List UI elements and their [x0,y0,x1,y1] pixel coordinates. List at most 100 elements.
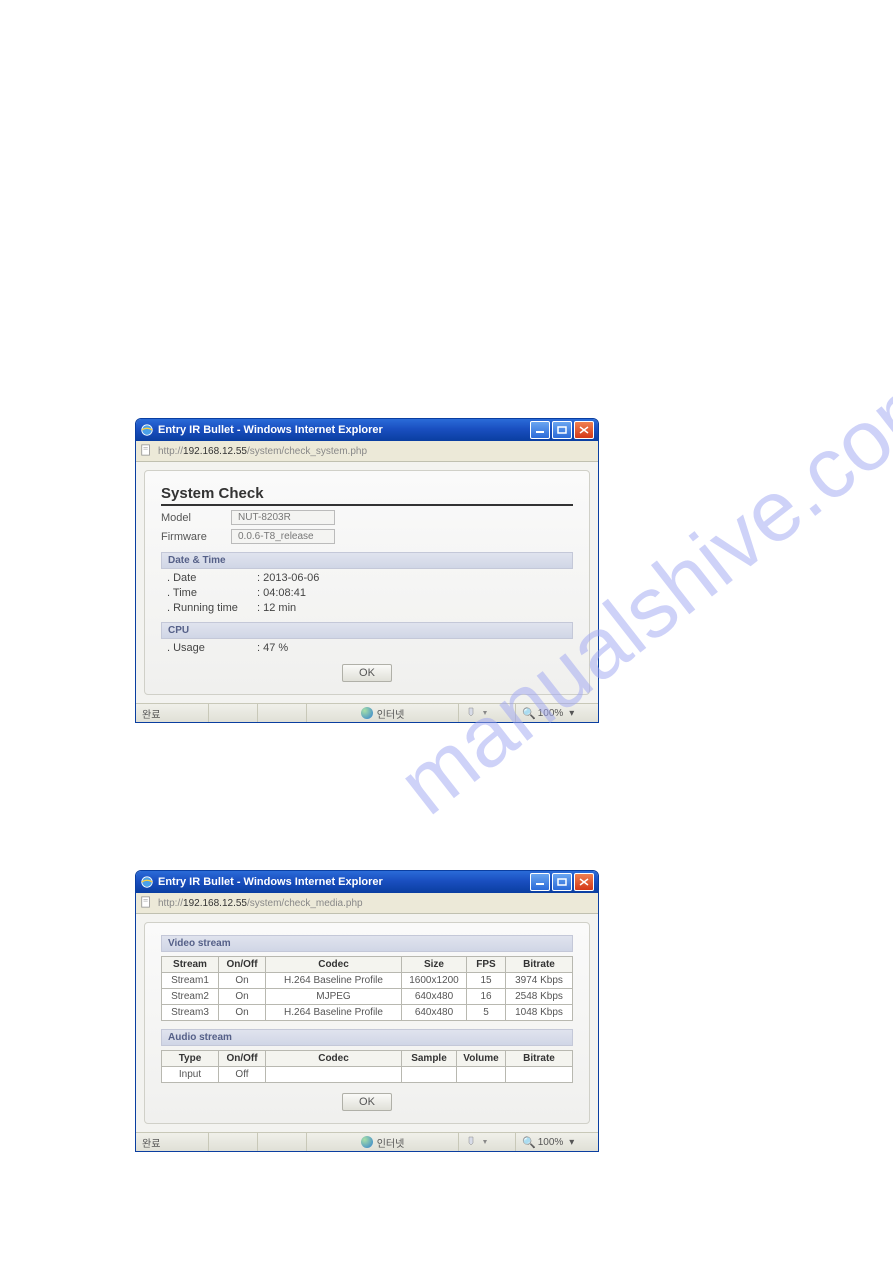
table-row: Stream2 On MJPEG 640x480 16 2548 Kbps [162,989,573,1005]
content-area: System Check Model NUT-8203R Firmware 0.… [136,462,598,703]
th-onoff: On/Off [219,957,266,973]
globe-icon [361,707,373,719]
th-codec: Codec [266,1051,402,1067]
th-stream: Stream [162,957,219,973]
magnifier-icon: 🔍 [522,707,536,720]
status-bar: 완료 인터넷 🔍100%▾ [136,703,598,722]
section-date-time: Date & Time [161,552,573,569]
running-value: : 12 min [257,602,296,614]
table-row: Stream3 On H.264 Baseline Profile 640x48… [162,1005,573,1021]
model-label: Model [161,512,231,524]
close-button[interactable] [574,421,594,439]
magnifier-icon: 🔍 [522,1136,536,1149]
maximize-button[interactable] [552,873,572,891]
status-seg-3 [257,704,306,722]
cell: Off [219,1067,266,1083]
cell: MJPEG [266,989,402,1005]
running-label: . Running time [167,602,257,614]
status-net: 인터넷 [377,1135,405,1150]
cell: 15 [467,973,506,989]
cell: On [219,1005,266,1021]
cell: H.264 Baseline Profile [266,973,402,989]
maximize-button[interactable] [552,421,572,439]
table-row: Stream1 On H.264 Baseline Profile 1600x1… [162,973,573,989]
cell: 640x480 [402,1005,467,1021]
time-label: . Time [167,587,257,599]
cpu-usage-row: . Usage: 47 % [167,642,573,654]
status-security[interactable] [458,704,515,722]
cell: H.264 Baseline Profile [266,1005,402,1021]
cell: 1600x1200 [402,973,467,989]
usage-value: : 47 % [257,642,288,654]
cell [402,1067,457,1083]
cell: 1048 Kbps [506,1005,573,1021]
url-path: /system/check_media.php [247,898,363,909]
th-onoff: On/Off [219,1051,266,1067]
globe-icon [361,1136,373,1148]
section-video-stream: Video stream [161,935,573,952]
minimize-button[interactable] [530,421,550,439]
zoom-value: 100% [538,708,564,719]
ok-button[interactable]: OK [342,664,392,682]
status-security[interactable] [458,1133,515,1151]
cell: On [219,973,266,989]
chevron-down-icon: ▾ [569,1137,574,1148]
ie-logo-icon [140,875,154,889]
video-stream-table: Stream On/Off Codec Size FPS Bitrate Str… [161,956,573,1021]
zoom-control[interactable]: 🔍100%▾ [515,704,598,722]
th-type: Type [162,1051,219,1067]
cell: On [219,989,266,1005]
date-label: . Date [167,572,257,584]
titlebar[interactable]: Entry IR Bullet - Windows Internet Explo… [136,871,598,893]
close-button[interactable] [574,873,594,891]
status-zone: 인터넷 [306,1133,458,1151]
ok-button[interactable]: OK [342,1093,392,1111]
url-prefix: http:// [158,446,183,457]
page-card: Video stream Stream On/Off Codec Size FP… [144,922,590,1124]
audio-stream-table: Type On/Off Codec Sample Volume Bitrate … [161,1050,573,1083]
content-area: Video stream Stream On/Off Codec Size FP… [136,914,598,1132]
cell: 2548 Kbps [506,989,573,1005]
shield-icon [465,707,491,719]
status-seg-3 [257,1133,306,1151]
minimize-button[interactable] [530,873,550,891]
ie-window-system-check: Entry IR Bullet - Windows Internet Explo… [135,418,599,723]
status-seg-2 [208,704,257,722]
window-title: Entry IR Bullet - Windows Internet Explo… [158,424,530,436]
shield-icon [465,1136,491,1148]
model-row: Model NUT-8203R [161,510,573,525]
status-seg-2 [208,1133,257,1151]
section-cpu: CPU [161,622,573,639]
cell: Stream2 [162,989,219,1005]
window-title: Entry IR Bullet - Windows Internet Explo… [158,876,530,888]
th-bitrate: Bitrate [506,1051,573,1067]
th-sample: Sample [402,1051,457,1067]
page-title: System Check [161,485,573,506]
table-row: Input Off [162,1067,573,1083]
address-bar[interactable]: http://192.168.12.55/system/check_media.… [136,893,598,914]
cell: Stream1 [162,973,219,989]
section-audio-stream: Audio stream [161,1029,573,1046]
cell [266,1067,402,1083]
cell: Stream3 [162,1005,219,1021]
url-text: http://192.168.12.55/system/check_media.… [158,898,594,909]
titlebar[interactable]: Entry IR Bullet - Windows Internet Explo… [136,419,598,441]
cell: 5 [467,1005,506,1021]
status-net: 인터넷 [377,706,405,721]
time-row: . Time: 04:08:41 [167,587,573,599]
ie-logo-icon [140,423,154,437]
time-value: : 04:08:41 [257,587,306,599]
date-row: . Date: 2013-06-06 [167,572,573,584]
zoom-control[interactable]: 🔍100%▾ [515,1133,598,1151]
status-done: 완료 [136,704,208,722]
status-bar: 완료 인터넷 🔍100%▾ [136,1132,598,1151]
page-icon [140,444,154,458]
th-size: Size [402,957,467,973]
cell: 16 [467,989,506,1005]
cell [506,1067,573,1083]
status-zone: 인터넷 [306,704,458,722]
status-done: 완료 [136,1133,208,1151]
address-bar[interactable]: http://192.168.12.55/system/check_system… [136,441,598,462]
th-volume: Volume [457,1051,506,1067]
th-codec: Codec [266,957,402,973]
